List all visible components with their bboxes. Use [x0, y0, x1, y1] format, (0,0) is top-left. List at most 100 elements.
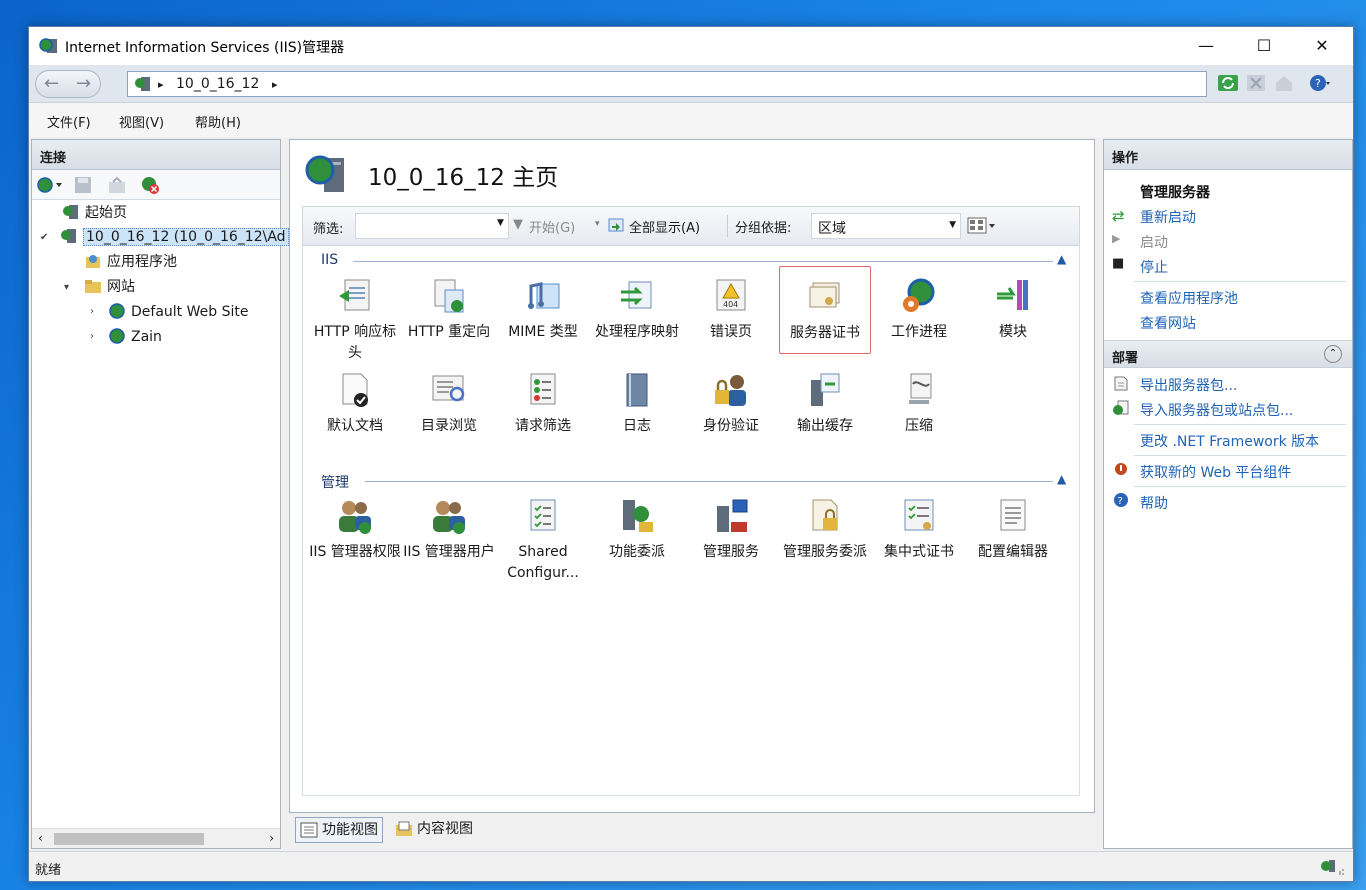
feature-authentication[interactable]: 身份验证 [685, 370, 777, 437]
feature-directory-browsing[interactable]: 目录浏览 [403, 370, 495, 437]
tab-features-view[interactable]: 功能视图 [295, 817, 383, 843]
chevron-right-icon[interactable]: › [90, 306, 94, 317]
logging-icon [626, 373, 648, 407]
breadcrumb-server[interactable]: 10_0_16_12 [176, 76, 259, 92]
feature-logging[interactable]: 日志 [591, 370, 683, 437]
feature-shared-configuration[interactable]: Shared Configur... [497, 496, 589, 584]
restart-icon: ⇄ [1112, 207, 1125, 225]
collapse-up-icon[interactable]: ⌃ [1324, 345, 1342, 363]
import-package-icon [1113, 400, 1129, 415]
home-icon[interactable] [1273, 73, 1295, 93]
tree-item-sites[interactable]: 网站 [84, 276, 135, 298]
collapse-up-icon[interactable]: ▲ [1057, 252, 1066, 266]
separator [1134, 455, 1346, 456]
feature-label: 功能委派 [609, 544, 665, 560]
tree-item-app-pools[interactable]: 应用程序池 [84, 251, 177, 273]
feature-iis-manager-users[interactable]: IIS 管理器用户 [403, 496, 495, 563]
view-sites-action[interactable]: 查看网站 [1140, 313, 1196, 333]
help-action[interactable]: 帮助 [1140, 493, 1168, 513]
forward-arrow-icon[interactable]: → [76, 73, 91, 94]
actions-header: 操作 [1104, 140, 1352, 170]
restart-action[interactable]: 重新启动 [1140, 207, 1196, 227]
breadcrumb-separator-end[interactable]: ▸ [272, 78, 278, 91]
feature-request-filtering[interactable]: 请求筛选 [497, 370, 589, 437]
feature-delegation-icon [623, 500, 653, 532]
tree-item-start-page[interactable]: 起始页 [62, 202, 127, 224]
show-all-button[interactable]: 全部显示(A) [629, 217, 700, 236]
worker-process-icon [903, 278, 935, 312]
chevron-down-icon[interactable]: ▼ [949, 220, 956, 230]
back-arrow-icon[interactable]: ← [44, 73, 59, 94]
tree-item-zain[interactable]: Zain [108, 326, 162, 348]
group-header-iis: IIS [321, 252, 339, 268]
feature-configuration-editor[interactable]: 配置编辑器 [967, 496, 1059, 563]
up-level-icon[interactable] [108, 176, 126, 194]
svg-text:?: ? [1118, 496, 1123, 507]
tree-item-default-web-site[interactable]: Default Web Site [108, 301, 248, 323]
feature-default-document[interactable]: 默认文档 [309, 370, 401, 437]
feature-iis-manager-permissions[interactable]: IIS 管理器权限 [309, 496, 401, 563]
feature-centralized-certificates[interactable]: 集中式证书 [873, 496, 965, 563]
group-by-select[interactable]: 区域 ▼ [811, 213, 961, 239]
view-mode-icon[interactable] [967, 216, 997, 236]
stop-action[interactable]: 停止 [1140, 257, 1168, 277]
feature-delegation[interactable]: 功能委派 [591, 496, 683, 563]
chevron-down-icon[interactable]: ▾ [64, 282, 69, 293]
export-package-icon [1114, 376, 1128, 391]
scrollbar-thumb[interactable] [54, 833, 204, 845]
maximize-button[interactable]: ☐ [1235, 27, 1293, 65]
save-icon[interactable] [74, 176, 92, 194]
feature-output-caching[interactable]: 输出缓存 [779, 370, 871, 437]
tree-label-start: 起始页 [85, 205, 127, 221]
chevron-down-icon[interactable]: ▼ [497, 218, 504, 228]
feature-http-response-headers[interactable]: HTTP 响应标头 [309, 276, 401, 364]
feature-modules[interactable]: 模块 [967, 276, 1059, 343]
address-field[interactable]: ▸ 10_0_16_12 ▸ [127, 71, 1207, 97]
chevron-down-icon[interactable]: ▾ [595, 219, 600, 229]
import-package-action[interactable]: 导入服务器包或站点包... [1140, 400, 1293, 420]
chevron-right-icon[interactable]: › [90, 331, 94, 342]
delete-connection-icon[interactable] [140, 175, 160, 195]
minimize-button[interactable]: — [1177, 27, 1235, 65]
mime-types-icon [528, 282, 560, 309]
collapse-up-icon[interactable]: ▲ [1057, 472, 1066, 486]
feature-worker-processes[interactable]: 工作进程 [873, 276, 965, 343]
scroll-right-icon[interactable]: › [269, 831, 274, 845]
modules-icon [997, 280, 1028, 310]
tree-item-server[interactable]: 10_0_16_12 (10_0_16_12\Ad [60, 226, 289, 248]
tree-label-app-pools: 应用程序池 [107, 254, 177, 270]
refresh-icon[interactable] [1217, 73, 1239, 93]
filter-input[interactable] [355, 213, 509, 239]
menu-view[interactable]: 视图(V) [119, 112, 164, 131]
menu-help[interactable]: 帮助(H) [195, 112, 241, 131]
centralized-cert-icon [904, 499, 934, 531]
start-action[interactable]: 启动 [1140, 232, 1168, 252]
stop-icon[interactable] [1245, 73, 1267, 93]
scroll-left-icon[interactable]: ‹ [38, 831, 43, 845]
connect-globe-icon[interactable] [36, 176, 64, 194]
feature-label: 压缩 [905, 418, 933, 434]
get-web-platform-action[interactable]: 获取新的 Web 平台组件 [1140, 462, 1291, 482]
export-package-action[interactable]: 导出服务器包... [1140, 375, 1237, 395]
close-button[interactable]: ✕ [1293, 27, 1351, 65]
feature-management-service-delegation[interactable]: 管理服务委派 [779, 496, 871, 563]
chevron-down-icon[interactable]: ✔ [40, 232, 48, 243]
feature-handler-mappings[interactable]: 处理程序映射 [591, 276, 683, 343]
feature-error-pages[interactable]: 404 错误页 [685, 276, 777, 343]
menu-file[interactable]: 文件(F) [47, 112, 91, 131]
feature-management-service[interactable]: 管理服务 [685, 496, 777, 563]
feature-server-certificates[interactable]: 服务器证书 [779, 266, 871, 354]
feature-label: 默认文档 [327, 418, 383, 434]
status-text: 就绪 [35, 863, 62, 878]
start-filter-button[interactable]: 开始(G) [529, 217, 575, 236]
config-editor-icon [1000, 499, 1026, 531]
change-net-framework-action[interactable]: 更改 .NET Framework 版本 [1140, 431, 1319, 451]
feature-http-redirect[interactable]: HTTP 重定向 [403, 276, 495, 343]
feature-mime-types[interactable]: MIME 类型 [497, 276, 589, 343]
view-app-pools-action[interactable]: 查看应用程序池 [1140, 288, 1238, 308]
feature-compression[interactable]: 压缩 [873, 370, 965, 437]
horizontal-scrollbar[interactable]: ‹ › [32, 828, 280, 848]
tab-content-view[interactable]: 内容视图 [391, 817, 473, 843]
separator [1134, 281, 1346, 282]
help-dropdown-icon[interactable]: ? [1309, 73, 1331, 93]
